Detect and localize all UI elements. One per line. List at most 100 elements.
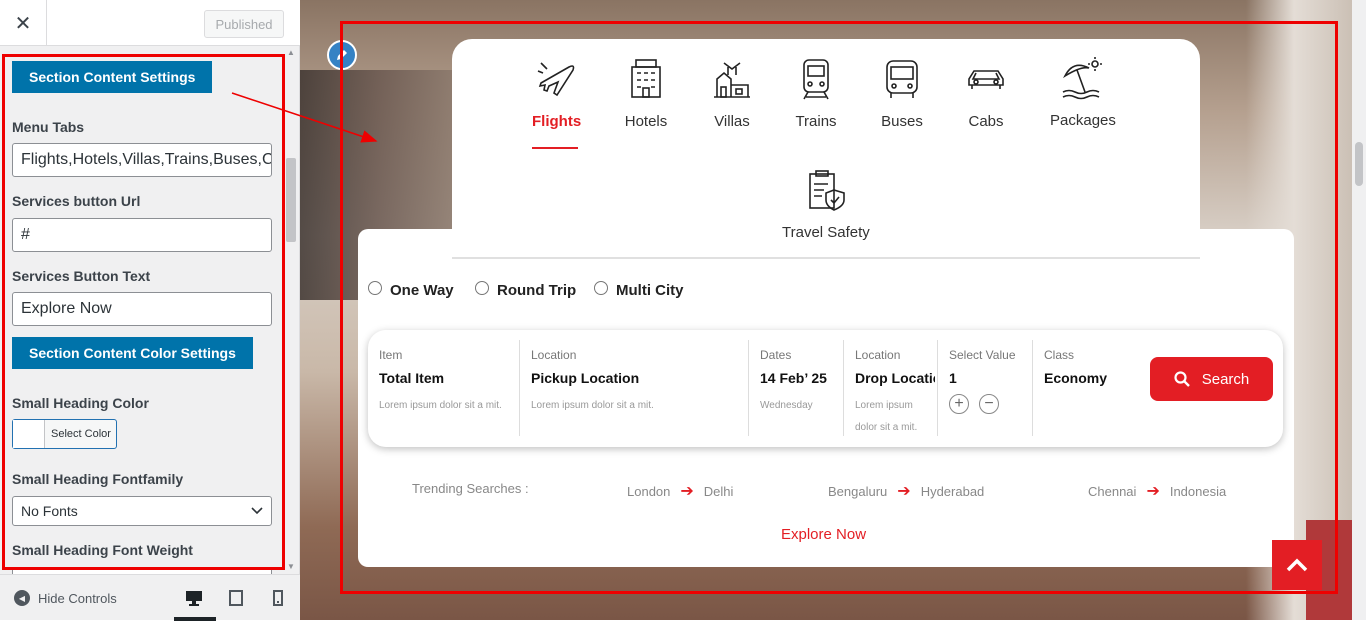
search-label: Search	[1201, 370, 1250, 388]
tab-cabs[interactable]: Cabs	[964, 57, 1008, 130]
dates-field[interactable]: Dates 14 Feb’ 25 Wednesday	[748, 340, 843, 436]
trip-type-multi-city[interactable]: Multi City	[594, 280, 684, 299]
small-heading-fontfamily-label: Small Heading Fontfamily	[12, 471, 184, 487]
field-caption: Item	[379, 348, 403, 362]
menu-tabs-input[interactable]: Flights,Hotels,Villas,Trains,Buses,Cabs,…	[12, 143, 272, 177]
services-url-input[interactable]: #	[12, 218, 272, 252]
tab-villas[interactable]: Villas	[710, 57, 754, 130]
quantity-stepper: + −	[949, 394, 1032, 414]
tab-packages[interactable]: Packages	[1050, 56, 1116, 129]
villa-icon	[714, 62, 750, 98]
tab-trains[interactable]: Trains	[794, 57, 838, 130]
item-field[interactable]: Item Total Item Lorem ipsum dolor sit a …	[368, 340, 519, 436]
fontfamily-select[interactable]: No Fonts	[12, 496, 272, 526]
trend-from: London	[627, 483, 671, 499]
chevron-down-icon	[251, 507, 263, 515]
arrow-right-icon: ➔	[897, 483, 911, 500]
field-caption: Location	[531, 348, 577, 362]
search-button[interactable]: Search	[1150, 357, 1273, 401]
trip-type-label: One Way	[390, 282, 454, 299]
collapse-icon: ◀	[14, 590, 30, 606]
trend-to: Hyderabad	[920, 483, 985, 499]
beach-umbrella-icon	[1062, 57, 1102, 100]
field-subtext: Lorem ipsum dolor sit a mit.	[379, 400, 502, 411]
explore-now-link[interactable]: Explore Now	[781, 526, 866, 543]
scroll-down-icon[interactable]: ▼	[286, 562, 296, 572]
trending-item[interactable]: Bengaluru ➔ Hyderabad	[828, 481, 984, 501]
desktop-preview-icon[interactable]	[185, 589, 203, 607]
field-subtext: Lorem ipsum dolor sit a mit.	[531, 400, 654, 411]
mobile-preview-icon[interactable]	[269, 589, 287, 607]
tab-label: Packages	[1050, 112, 1116, 129]
sidebar-scrollbar[interactable]	[286, 50, 296, 570]
customizer-header: ✕ Published	[0, 0, 300, 46]
sidebar-scroll-thumb[interactable]	[286, 158, 296, 242]
drop-location-field[interactable]: Location Drop Location Lorem ipsum dolor…	[843, 340, 937, 436]
minus-icon[interactable]: −	[979, 394, 999, 414]
tab-flights[interactable]: Flights	[532, 57, 581, 130]
site-preview: Flights Hotels Villas Trains Buses Cabs …	[300, 0, 1366, 620]
preview-scroll-thumb[interactable]	[1355, 142, 1363, 186]
trending-item[interactable]: London ➔ Delhi	[627, 481, 733, 501]
radio-button[interactable]	[368, 280, 382, 295]
tablet-preview-icon[interactable]	[227, 589, 245, 607]
hide-controls-button[interactable]: ◀ Hide Controls	[14, 590, 117, 606]
tab-label: Buses	[881, 113, 923, 130]
field-value: 1	[949, 370, 957, 386]
trend-from: Bengaluru	[828, 483, 888, 499]
search-bar: Item Total Item Lorem ipsum dolor sit a …	[368, 330, 1283, 447]
plus-icon[interactable]: +	[949, 394, 969, 414]
customizer-sidebar: ✕ Published Section Content Settings Men…	[0, 0, 300, 621]
trend-to: Indonesia	[1169, 483, 1227, 499]
service-tabs: Flights Hotels Villas Trains Buses Cabs …	[452, 39, 1200, 259]
field-caption: Select Value	[949, 348, 1016, 362]
field-value: Economy	[1044, 370, 1108, 386]
close-icon[interactable]: ✕	[0, 0, 47, 46]
published-button[interactable]: Published	[204, 10, 284, 38]
select-value-field[interactable]: Select Value 1 + −	[937, 340, 1032, 436]
services-url-label: Services button Url	[12, 193, 141, 209]
field-caption: Dates	[760, 348, 792, 362]
radio-button[interactable]	[475, 280, 489, 295]
tab-hotels[interactable]: Hotels	[624, 57, 668, 130]
train-icon	[803, 59, 829, 100]
trip-type-label: Round Trip	[497, 282, 577, 299]
trending-label: Trending Searches :	[412, 481, 529, 496]
field-value: 14 Feb’ 25	[760, 370, 827, 386]
small-heading-weight-label: Small Heading Font Weight	[12, 542, 193, 558]
active-device-indicator	[174, 617, 216, 621]
color-swatch	[13, 420, 45, 448]
trend-to: Delhi	[703, 483, 734, 499]
scroll-to-top-button[interactable]	[1272, 540, 1322, 590]
services-text-input[interactable]: Explore Now	[12, 292, 272, 326]
tab-label: Villas	[714, 113, 750, 130]
edit-shortcut-icon[interactable]	[327, 40, 357, 70]
field-subtext: Wednesday	[760, 400, 813, 411]
field-caption: Class	[1044, 348, 1075, 362]
tab-travel-safety[interactable]: Travel Safety	[782, 168, 870, 241]
trending-item[interactable]: Chennai ➔ Indonesia	[1088, 481, 1226, 501]
tab-label: Cabs	[968, 113, 1004, 130]
airplane-icon	[537, 62, 574, 97]
search-icon	[1174, 371, 1190, 387]
pickup-location-field[interactable]: Location Pickup Location Lorem ipsum dol…	[519, 340, 748, 436]
customizer-footer: ◀ Hide Controls	[0, 574, 300, 621]
customizer-controls[interactable]: Section Content Settings Menu Tabs Fligh…	[0, 46, 300, 574]
class-field[interactable]: Class Economy	[1032, 340, 1142, 436]
tab-label: Trains	[795, 113, 837, 130]
cab-icon	[968, 70, 1004, 89]
select-color-button[interactable]: Select Color	[12, 419, 117, 449]
select-color-label: Select Color	[51, 428, 111, 440]
preview-scrollbar[interactable]	[1352, 0, 1366, 620]
font-weight-select[interactable]	[12, 567, 272, 574]
trip-type-one-way[interactable]: One Way	[368, 280, 454, 299]
tab-buses[interactable]: Buses	[880, 57, 924, 130]
field-value: Pickup Location	[531, 370, 640, 386]
trip-type-round-trip[interactable]: Round Trip	[475, 280, 577, 299]
radio-button[interactable]	[594, 280, 608, 295]
section-color-settings-heading: Section Content Color Settings	[12, 337, 253, 369]
tab-label: Travel Safety	[782, 224, 870, 241]
section-content-settings-heading: Section Content Settings	[12, 61, 213, 93]
active-tab-indicator	[532, 147, 578, 149]
field-caption: Location	[855, 348, 901, 362]
